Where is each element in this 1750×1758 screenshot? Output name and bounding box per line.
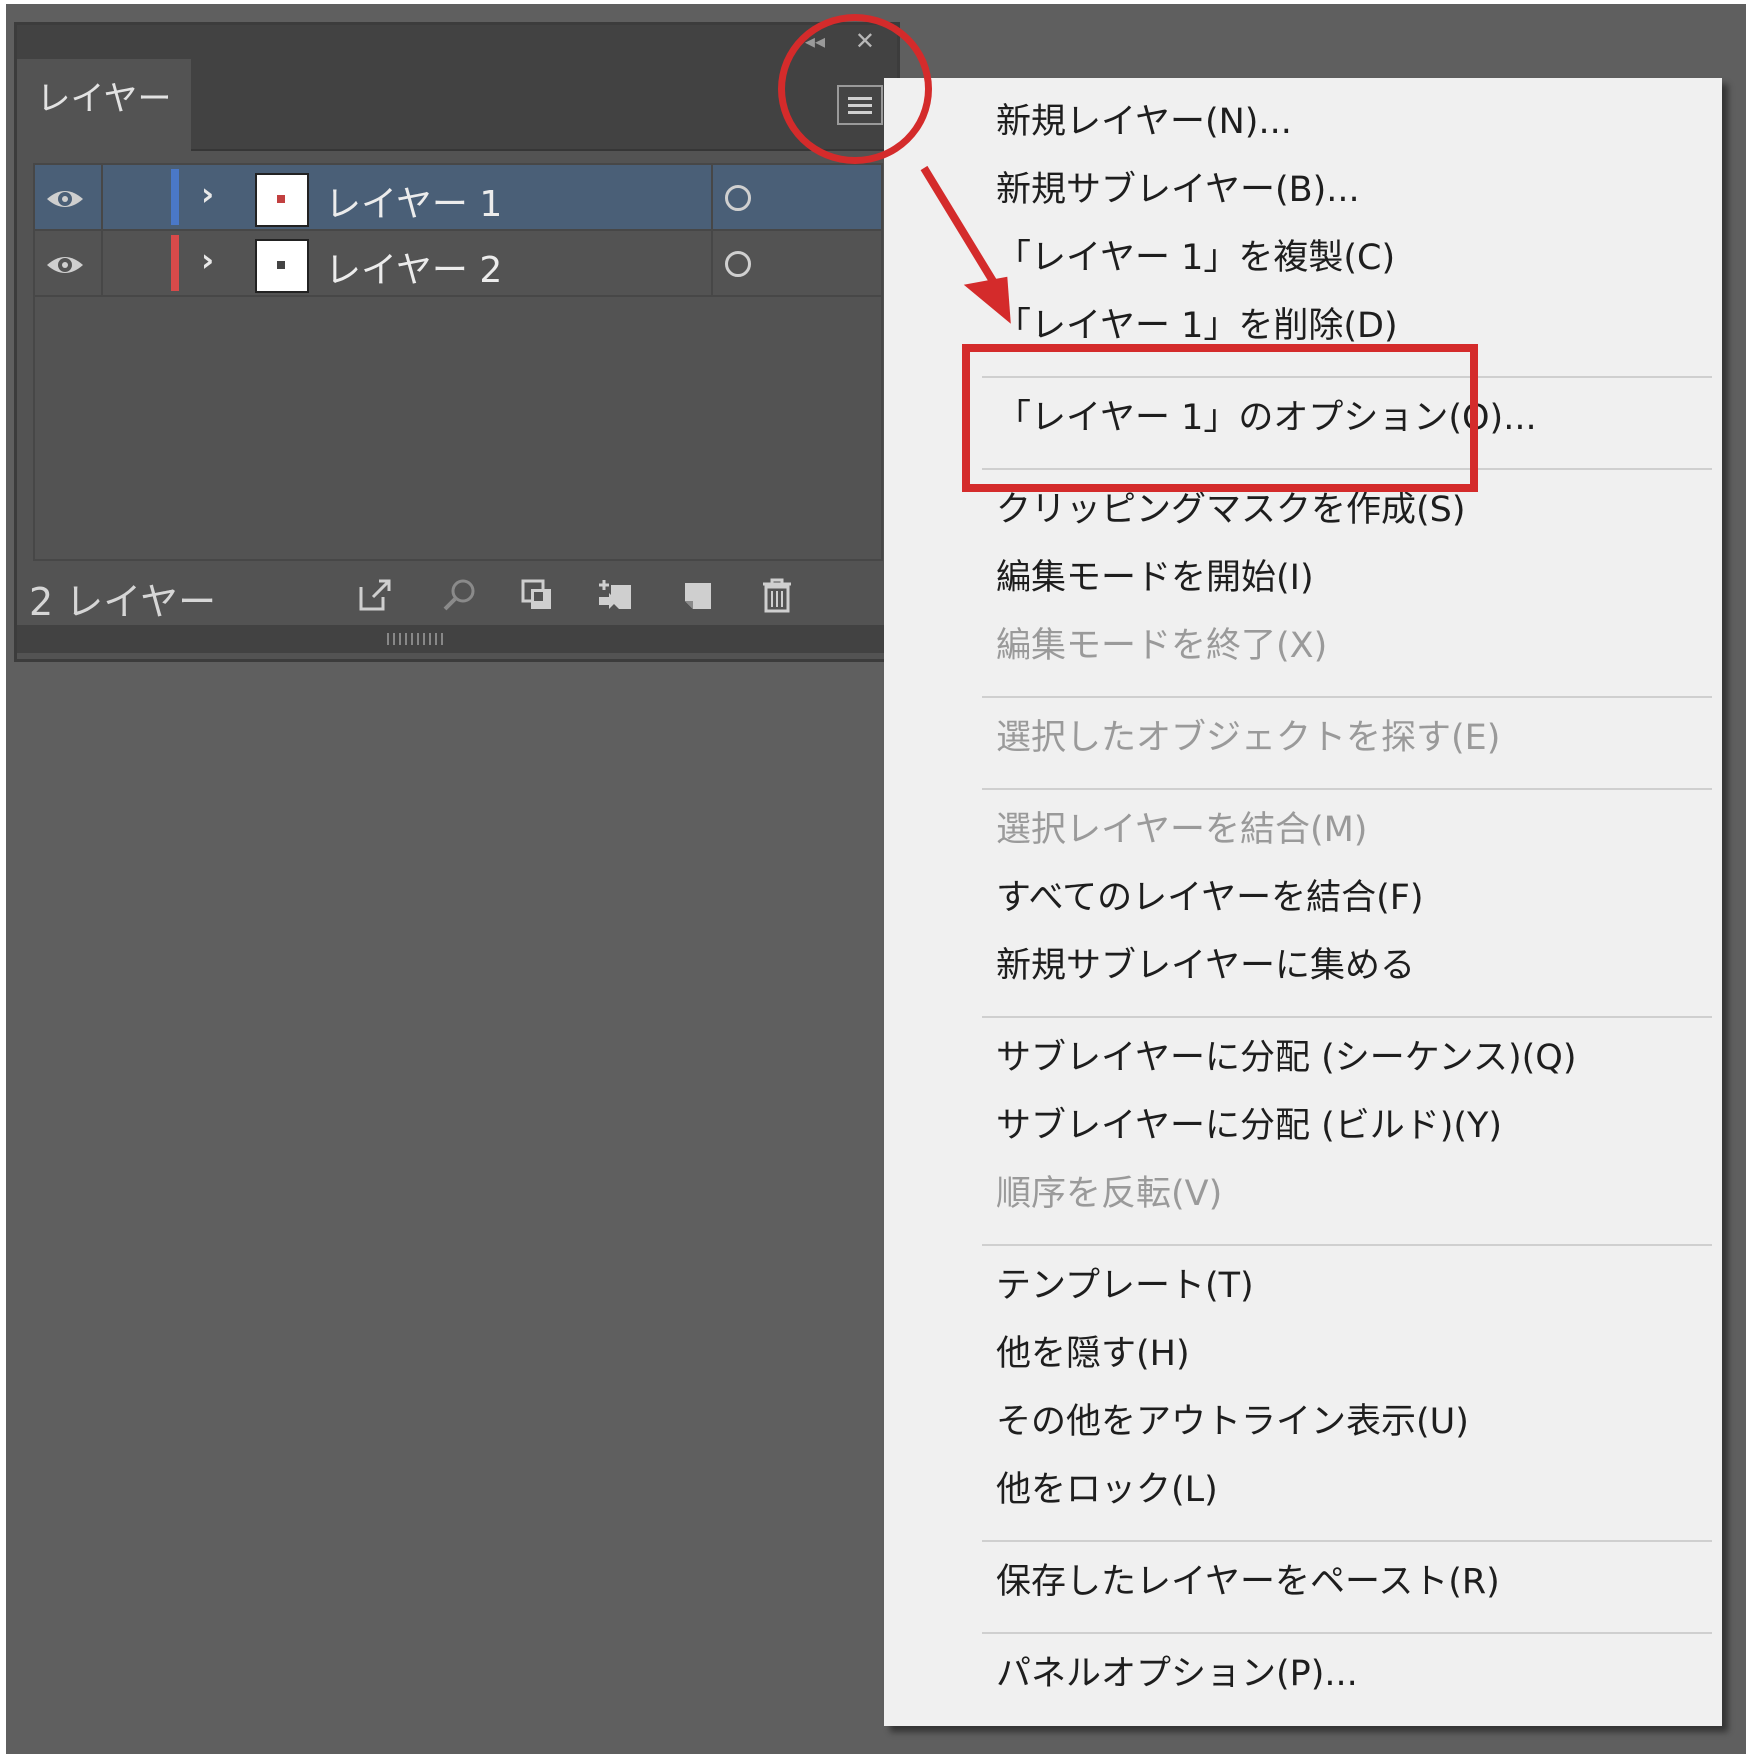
- annotation-arrow: [920, 165, 1011, 324]
